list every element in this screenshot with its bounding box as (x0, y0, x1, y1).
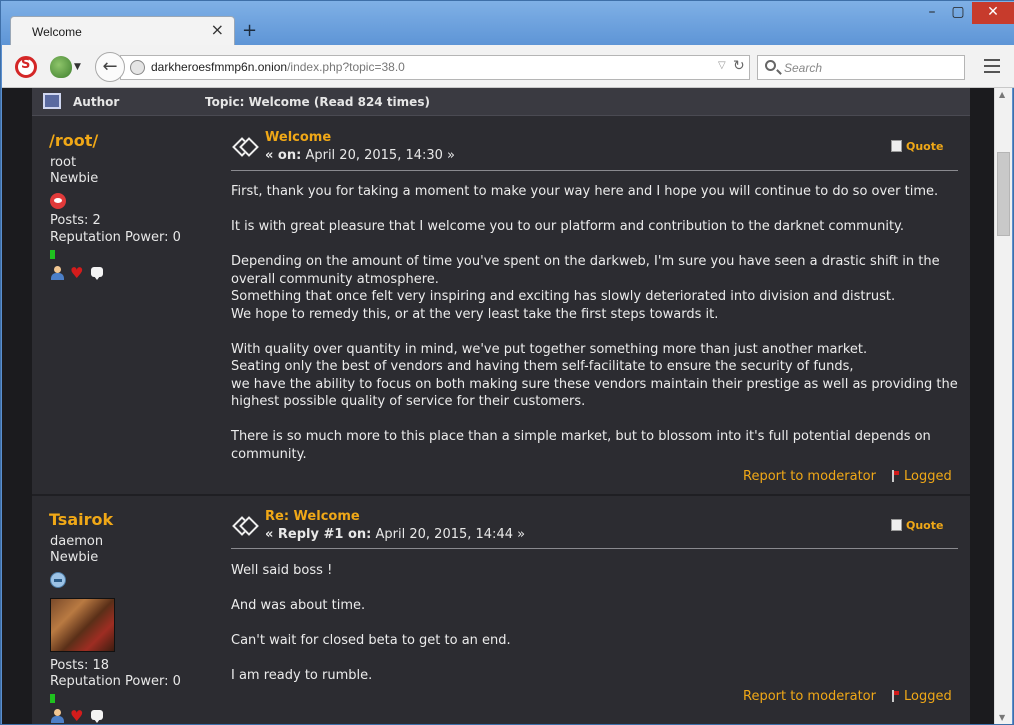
post-paragraph: Well said boss ! (231, 563, 333, 578)
post-paragraph: Can't wait for closed beta to get to an … (231, 633, 511, 648)
logged-label: Logged (904, 469, 952, 484)
post-date-value: April 20, 2015, 14:44 » (375, 527, 526, 542)
message-icon[interactable] (90, 266, 105, 281)
search-icon (765, 60, 776, 71)
logged-flag-icon (892, 470, 900, 482)
quote-button[interactable]: Quote (891, 519, 944, 532)
topic-header-icon (43, 93, 61, 109)
report-to-moderator-link[interactable]: Report to moderator (743, 689, 876, 704)
url-host: darkheroesfmmp6n.onion (151, 60, 288, 74)
scroll-thumb[interactable] (997, 152, 1010, 236)
post-subject[interactable]: Welcome (265, 130, 331, 145)
post-body: Well said boss ! And was about time. Can… (231, 562, 958, 702)
page-viewport: Author Topic: Welcome (Read 824 times) /… (2, 88, 995, 724)
globe-icon (130, 60, 145, 75)
report-to-moderator-link[interactable]: Report to moderator (743, 469, 876, 484)
reload-icon[interactable]: ↻ (733, 58, 745, 74)
logged-link[interactable]: Logged (892, 689, 952, 704)
back-button[interactable]: ← (95, 52, 125, 82)
header-author: Author (73, 95, 120, 109)
rank-icon (50, 193, 66, 209)
minimize-button[interactable]: – (919, 2, 945, 24)
noscript-icon[interactable] (15, 56, 37, 78)
forum-post: /root/ root Newbie Posts: 2 Reputation P… (32, 117, 970, 495)
maximize-button[interactable]: ▢ (945, 2, 971, 24)
poster-posts: Posts: 2 (50, 213, 101, 228)
browser-window: Welcome × + – ▢ ✕ ▼ darkheroesfmmp6n.oni… (0, 0, 1014, 725)
search-input[interactable]: Search (757, 55, 965, 80)
url-dropdown-icon[interactable]: ▽ (718, 60, 726, 71)
reputation-bar (50, 694, 55, 703)
post-paragraph: First, thank you for taking a moment to … (231, 184, 939, 199)
quote-icon (891, 519, 902, 531)
close-window-button[interactable]: ✕ (972, 2, 1014, 24)
rank-icon (50, 572, 66, 588)
poster-rank: Newbie (50, 550, 99, 565)
poster-name[interactable]: Tsairok (49, 510, 113, 529)
post-date-prefix: « on: (265, 148, 302, 163)
logged-label: Logged (904, 689, 952, 704)
logged-flag-icon (892, 690, 900, 702)
url-text[interactable]: darkheroesfmmp6n.onion/index.php?topic=3… (151, 60, 405, 74)
forum-post: Tsairok daemon Newbie Posts: 18 Reputati… (32, 496, 970, 724)
poster-reputation: Reputation Power: 0 (50, 230, 181, 245)
quote-icon (891, 140, 902, 152)
poster-name[interactable]: /root/ (49, 131, 98, 150)
post-date: « on: April 20, 2015, 14:30 » (265, 148, 455, 163)
karma-heart-icon[interactable]: ♥ (70, 266, 85, 281)
title-bar: Welcome × + – ▢ ✕ (1, 1, 1014, 46)
forum-topic: Author Topic: Welcome (Read 824 times) /… (32, 88, 970, 724)
avatar[interactable] (50, 598, 115, 652)
post-paragraph: There is so much more to this place than… (231, 429, 931, 462)
poster-posts: Posts: 18 (50, 658, 110, 673)
header-topic: Topic: Welcome (Read 824 times) (205, 95, 430, 109)
url-path: /index.php?topic=38.0 (287, 60, 405, 74)
scroll-down-icon[interactable]: ▼ (999, 713, 1005, 722)
profile-icons: ♥ (50, 266, 120, 282)
post-paragraph: With quality over quantity in mind, we'v… (231, 341, 958, 410)
logged-link[interactable]: Logged (892, 469, 952, 484)
tor-onion-icon[interactable] (50, 56, 72, 78)
reputation-bar (50, 250, 55, 259)
post-date: « Reply #1 on: April 20, 2015, 14:44 » (265, 527, 525, 542)
vertical-scrollbar[interactable]: ▲ ▼ (994, 88, 1012, 724)
post-date-prefix: « Reply #1 on: (265, 527, 372, 542)
tab-title: Welcome (32, 25, 82, 39)
quote-button[interactable]: Quote (891, 140, 944, 153)
post-paragraph: Depending on the amount of time you've s… (231, 254, 940, 322)
poster-rank: Newbie (50, 171, 99, 186)
post-separator (231, 170, 958, 171)
quote-label: Quote (906, 140, 944, 153)
address-bar[interactable]: darkheroesfmmp6n.onion/index.php?topic=3… (120, 55, 750, 80)
poster-reputation: Reputation Power: 0 (50, 674, 181, 689)
post-separator (231, 548, 958, 549)
post-xx-icon (233, 136, 255, 154)
user-profile-icon[interactable] (50, 266, 65, 281)
scroll-up-icon[interactable]: ▲ (999, 90, 1005, 99)
navigation-toolbar: ▼ darkheroesfmmp6n.onion/index.php?topic… (2, 45, 1014, 88)
poster-title: root (50, 155, 77, 170)
post-paragraph: I am ready to rumble. (231, 668, 373, 683)
post-paragraph: And was about time. (231, 598, 366, 613)
poster-title: daemon (50, 534, 104, 549)
message-icon[interactable] (90, 709, 105, 724)
post-body: First, thank you for taking a moment to … (231, 183, 958, 481)
post-subject[interactable]: Re: Welcome (265, 509, 360, 524)
post-date-value: April 20, 2015, 14:30 » (305, 148, 456, 163)
search-placeholder: Search (784, 61, 823, 75)
user-profile-icon[interactable] (50, 709, 65, 724)
tab-close-icon[interactable]: × (211, 22, 224, 38)
new-tab-button[interactable]: + (242, 22, 257, 40)
topic-header: Author Topic: Welcome (Read 824 times) (32, 88, 970, 116)
quote-label: Quote (906, 519, 944, 532)
post-xx-icon (233, 515, 255, 533)
post-paragraph: It is with great pleasure that I welcome… (231, 219, 905, 234)
chevron-down-icon[interactable]: ▼ (74, 62, 81, 72)
profile-icons: ♥ (50, 709, 120, 724)
hamburger-menu-icon[interactable] (984, 59, 1000, 77)
tab-welcome[interactable]: Welcome × (10, 16, 235, 46)
karma-heart-icon[interactable]: ♥ (70, 709, 85, 724)
